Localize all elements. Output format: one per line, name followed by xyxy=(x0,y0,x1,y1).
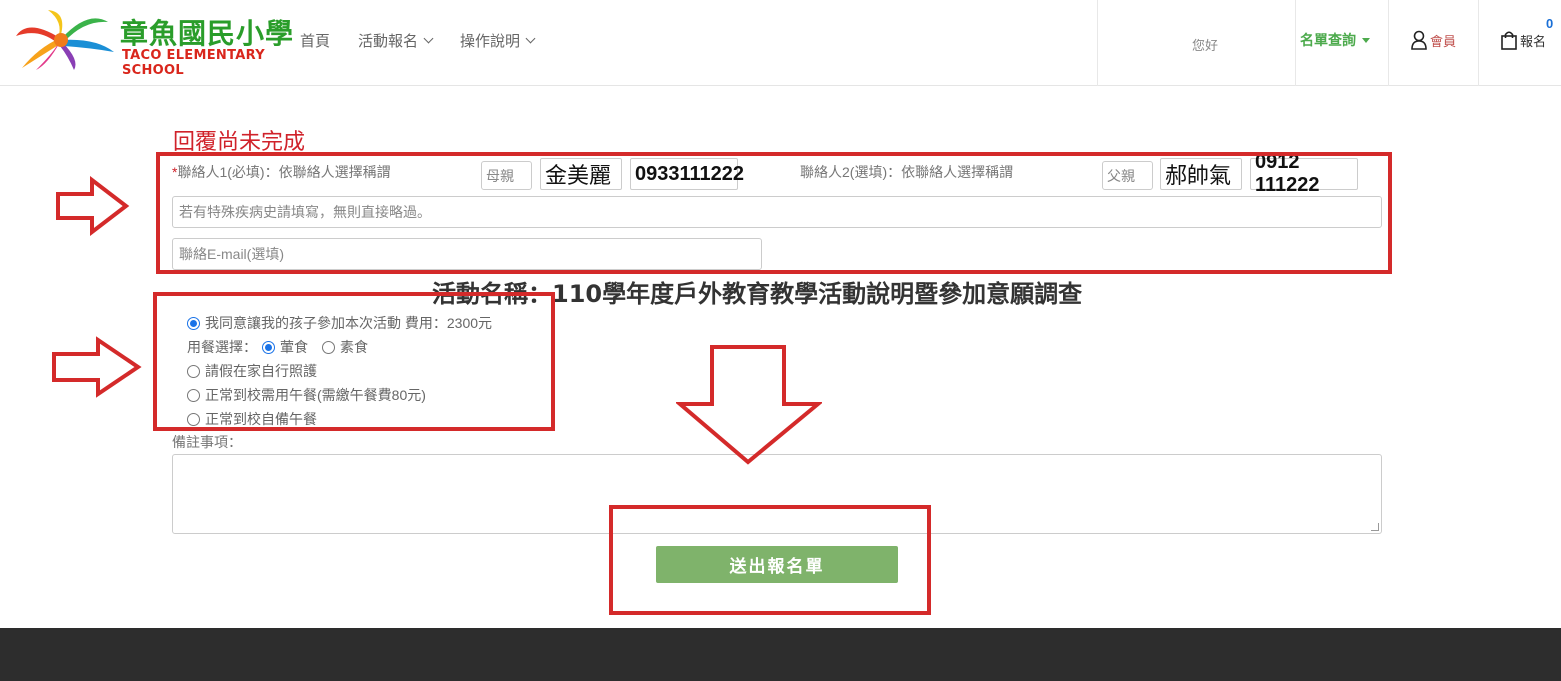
nav-home[interactable]: 首頁 xyxy=(300,30,330,51)
notes-label: 備註事項： xyxy=(172,434,242,450)
nav-instructions-label: 操作說明 xyxy=(460,33,521,50)
header-divider xyxy=(1097,0,1098,86)
signup-cart-link[interactable]: 報名 xyxy=(1500,30,1546,50)
right-arrow-icon xyxy=(56,176,130,236)
highlight-contact-box xyxy=(156,152,1392,274)
logo-subtitle: TACO ELEMENTARY SCHOOL xyxy=(122,48,265,78)
resize-handle-icon[interactable] xyxy=(1371,523,1379,531)
caret-down-icon xyxy=(1362,37,1370,43)
header-divider xyxy=(1388,0,1389,86)
right-arrow-icon xyxy=(52,336,142,398)
nav-home-label: 首頁 xyxy=(300,33,331,50)
down-arrow-icon xyxy=(676,345,822,465)
shopping-bag-icon xyxy=(1501,31,1517,50)
school-logo[interactable]: 章魚國民小學 TACO ELEMENTARY SCHOOL xyxy=(8,8,298,78)
nav-instructions[interactable]: 操作說明 xyxy=(460,30,536,51)
site-header: 章魚國民小學 TACO ELEMENTARY SCHOOL 首頁 活動報名 操作… xyxy=(0,0,1561,86)
member-link[interactable]: 會員 xyxy=(1410,30,1456,50)
main-nav: 首頁 活動報名 操作說明 xyxy=(300,30,536,51)
octopus-logo-icon xyxy=(16,10,114,70)
chevron-down-icon xyxy=(525,33,536,44)
nav-activity-signup[interactable]: 活動報名 xyxy=(358,30,434,51)
logo-title: 章魚國民小學 xyxy=(120,17,295,50)
highlight-options-box xyxy=(153,292,555,431)
user-icon xyxy=(1411,30,1427,50)
header-divider xyxy=(1295,0,1296,86)
list-query-label: 名單查詢 xyxy=(1300,32,1356,48)
header-divider xyxy=(1478,0,1479,86)
nav-activity-signup-label: 活動報名 xyxy=(358,33,419,50)
list-query-dropdown[interactable]: 名單查詢 xyxy=(1300,30,1370,50)
cart-count-badge: 0 xyxy=(1546,16,1554,31)
chevron-down-icon xyxy=(423,33,434,44)
highlight-submit-box xyxy=(609,505,931,615)
member-label: 會員 xyxy=(1430,33,1457,49)
cart-label: 報名 xyxy=(1520,33,1547,49)
site-footer xyxy=(0,628,1561,681)
greeting-text: 您好 xyxy=(1192,38,1219,53)
